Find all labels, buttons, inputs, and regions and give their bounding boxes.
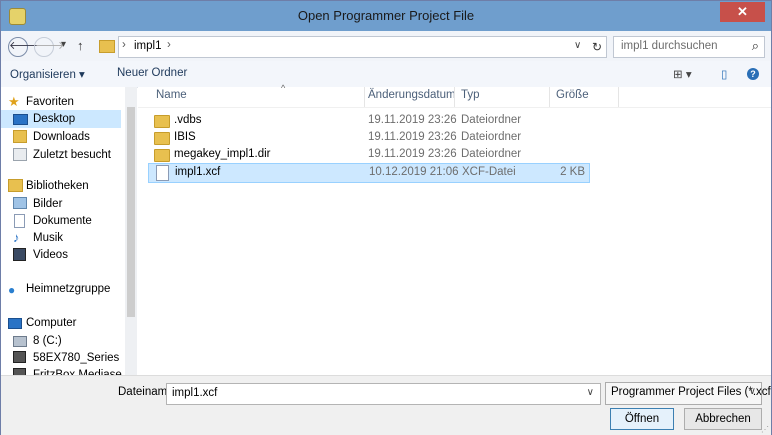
file-list: Name ^ Änderungsdatum Typ Größe .vdbs 19… bbox=[138, 83, 771, 375]
folder-icon bbox=[154, 149, 170, 162]
file-icon bbox=[156, 165, 169, 181]
documents-icon bbox=[14, 214, 25, 228]
filename-dropdown-caret[interactable]: ∨ bbox=[587, 387, 594, 398]
column-separator[interactable] bbox=[549, 87, 550, 107]
breadcrumb-separator-2[interactable]: › bbox=[167, 39, 171, 51]
nav-recent[interactable]: Zuletzt besucht bbox=[1, 146, 121, 164]
nav-homegroup[interactable]: ● Heimnetzgruppe bbox=[1, 280, 121, 298]
dialog-footer: Dateiname: impl1.xcf ∨ Programmer Projec… bbox=[1, 375, 771, 435]
address-bar-row: 🡐 🡒 ▾ ↑ › impl1 › ∨ ↻ impl1 durchsuchen … bbox=[1, 31, 771, 61]
nav-downloads[interactable]: Downloads bbox=[1, 128, 121, 146]
nav-computer[interactable]: Computer bbox=[1, 314, 121, 332]
file-type-select[interactable]: Programmer Project Files (*.xcf ∨ bbox=[605, 382, 771, 405]
nav-desktop[interactable]: Desktop bbox=[1, 110, 121, 128]
folder-icon bbox=[154, 115, 170, 128]
column-header-date[interactable]: Änderungsdatum bbox=[368, 89, 456, 101]
open-button[interactable]: Öffnen bbox=[610, 408, 674, 430]
file-row[interactable]: megakey_impl1.dir 19.11.2019 23:26 Datei… bbox=[148, 146, 588, 164]
organize-menu[interactable]: Organisieren ▾ bbox=[10, 67, 85, 81]
drive-icon bbox=[13, 336, 27, 347]
cancel-button[interactable]: Abbrechen bbox=[684, 408, 762, 430]
file-row[interactable]: .vdbs 19.11.2019 23:26 Dateiordner bbox=[148, 112, 588, 130]
open-file-dialog: Open Programmer Project File ✕ 🡐 🡒 ▾ ↑ ›… bbox=[0, 0, 772, 435]
recent-locations-dropdown[interactable]: ▾ bbox=[61, 39, 66, 50]
resize-grip-icon[interactable]: ⋰ bbox=[761, 425, 769, 434]
refresh-button[interactable]: ↻ bbox=[588, 36, 607, 58]
file-row[interactable]: IBIS 19.11.2019 23:26 Dateiordner bbox=[148, 129, 588, 147]
file-row-selected[interactable]: impl1.xcf 10.12.2019 21:06 XCF-Datei 2 K… bbox=[148, 163, 590, 183]
breadcrumb-separator: › bbox=[122, 39, 126, 51]
search-placeholder: impl1 durchsuchen bbox=[621, 40, 718, 52]
search-input[interactable]: impl1 durchsuchen ⌕ bbox=[613, 36, 765, 58]
column-separator[interactable] bbox=[364, 87, 365, 107]
title-bar: Open Programmer Project File ✕ bbox=[1, 1, 771, 31]
nav-videos[interactable]: Videos bbox=[1, 246, 121, 264]
nav-favorites[interactable]: ★ Favoriten bbox=[1, 93, 121, 111]
view-options-icon[interactable]: ⊞ ▾ bbox=[673, 67, 692, 81]
column-header-size[interactable]: Größe bbox=[556, 89, 589, 101]
nav-documents[interactable]: Dokumente bbox=[1, 212, 121, 230]
printer-icon bbox=[13, 351, 26, 363]
address-box[interactable]: › impl1 › ∨ bbox=[99, 36, 590, 58]
downloads-icon bbox=[13, 130, 27, 143]
file-type-value: Programmer Project Files (*.xcf bbox=[611, 386, 771, 398]
preview-pane-icon[interactable]: ▯ bbox=[721, 67, 727, 81]
help-icon[interactable]: ? bbox=[747, 68, 759, 80]
window-title: Open Programmer Project File bbox=[297, 8, 475, 23]
nav-pictures[interactable]: Bilder bbox=[1, 195, 121, 213]
nav-printer-1[interactable]: 58EX780_Series bbox=[1, 349, 121, 367]
homegroup-icon: ● bbox=[8, 283, 16, 297]
nav-printer-2[interactable]: FritzBox Mediase bbox=[1, 366, 122, 375]
navigation-pane: ★ Favoriten Desktop Downloads Zuletzt be… bbox=[1, 87, 137, 375]
back-button[interactable]: 🡐 bbox=[8, 37, 39, 57]
pictures-icon bbox=[13, 197, 27, 209]
nav-music[interactable]: ♪ Musik bbox=[1, 229, 121, 247]
recent-places-icon bbox=[13, 148, 27, 161]
column-header-row: Name ^ Änderungsdatum Typ Größe bbox=[138, 83, 771, 108]
sort-ascending-icon: ^ bbox=[281, 83, 286, 93]
star-icon: ★ bbox=[8, 94, 20, 109]
column-separator[interactable] bbox=[454, 87, 455, 107]
nav-libraries[interactable]: Bibliotheken bbox=[1, 177, 121, 195]
nav-drive-c[interactable]: 8 (C:) bbox=[1, 332, 121, 350]
breadcrumb-impl1[interactable]: impl1 bbox=[134, 40, 161, 52]
search-icon[interactable]: ⌕ bbox=[752, 38, 759, 54]
scrollbar-thumb[interactable] bbox=[127, 107, 135, 317]
forward-button[interactable]: 🡒 bbox=[34, 37, 65, 57]
music-icon: ♪ bbox=[13, 230, 20, 245]
videos-icon bbox=[13, 248, 26, 261]
computer-icon bbox=[8, 318, 22, 329]
filename-value: impl1.xcf bbox=[172, 387, 218, 399]
new-folder-button[interactable]: Neuer Ordner bbox=[117, 67, 187, 79]
close-button[interactable]: ✕ bbox=[720, 2, 765, 22]
desktop-icon bbox=[13, 114, 28, 125]
printer-icon bbox=[13, 368, 26, 375]
file-type-caret: ∨ bbox=[748, 386, 756, 397]
navigation-scrollbar[interactable] bbox=[125, 87, 137, 375]
column-header-type[interactable]: Typ bbox=[461, 89, 480, 101]
up-button[interactable]: ↑ bbox=[77, 38, 84, 53]
filename-input[interactable]: impl1.xcf ∨ bbox=[166, 383, 601, 405]
folder-icon bbox=[154, 132, 170, 145]
column-separator[interactable] bbox=[618, 87, 619, 107]
folder-icon bbox=[99, 40, 115, 53]
address-dropdown-caret[interactable]: ∨ bbox=[574, 40, 581, 51]
command-toolbar: Organisieren ▾ Neuer Ordner ⊞ ▾ ▯ ? bbox=[1, 61, 771, 88]
column-header-name[interactable]: Name bbox=[156, 89, 187, 101]
libraries-icon bbox=[8, 179, 23, 192]
